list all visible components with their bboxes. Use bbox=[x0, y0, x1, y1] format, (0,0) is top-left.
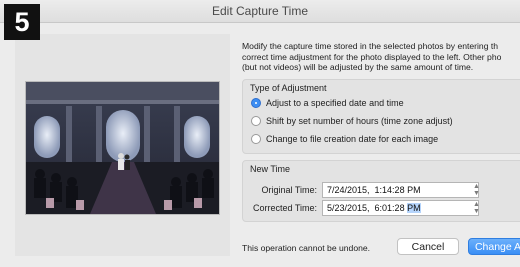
instructions-text: Modify the capture time stored in the se… bbox=[242, 41, 502, 72]
original-time-value: 7/24/2015, 1:14:28 PM bbox=[327, 185, 421, 195]
radio-option-specified-date[interactable]: Adjust to a specified date and time bbox=[251, 96, 404, 110]
photo-preview bbox=[25, 81, 220, 215]
cancel-button[interactable]: Cancel bbox=[397, 238, 459, 255]
radio-option-file-creation[interactable]: Change to file creation date for each im… bbox=[251, 132, 438, 146]
change-button[interactable]: Change A bbox=[468, 238, 520, 255]
adjustment-type-title: Type of Adjustment bbox=[250, 83, 327, 93]
radio-label: Adjust to a specified date and time bbox=[266, 98, 404, 108]
step-number-badge: 5 bbox=[4, 4, 40, 40]
original-time-label: Original Time: bbox=[261, 185, 317, 195]
original-time-stepper-icon[interactable]: ▲ ▼ bbox=[472, 183, 481, 197]
new-time-group: New Time Original Time: 7/24/2015, 1:14:… bbox=[242, 160, 520, 222]
window-title: Edit Capture Time bbox=[211, 4, 309, 18]
corrected-time-label: Corrected Time: bbox=[252, 203, 317, 213]
radio-label: Change to file creation date for each im… bbox=[266, 134, 439, 144]
radio-unselected-icon[interactable] bbox=[251, 116, 261, 126]
title-bar: Edit Capture Time bbox=[0, 0, 520, 23]
radio-unselected-icon[interactable] bbox=[251, 134, 261, 144]
new-time-title: New Time bbox=[250, 164, 291, 174]
radio-selected-icon[interactable] bbox=[251, 98, 261, 108]
photo-preview-panel bbox=[15, 34, 230, 256]
corrected-time-stepper-icon[interactable]: ▲ ▼ bbox=[472, 201, 481, 215]
wedding-ceremony-photo bbox=[26, 82, 219, 214]
adjustment-type-group: Type of Adjustment Adjust to a specified… bbox=[242, 79, 520, 154]
corrected-time-value: 5/23/2015, 6:01:28 bbox=[327, 203, 408, 213]
corrected-time-field[interactable]: 5/23/2015, 6:01:28 PM bbox=[322, 200, 479, 216]
undo-warning-text: This operation cannot be undone. bbox=[242, 243, 371, 253]
original-time-field[interactable]: 7/24/2015, 1:14:28 PM bbox=[322, 182, 479, 198]
corrected-time-selected-segment[interactable]: PM bbox=[407, 203, 421, 213]
radio-label: Shift by set number of hours (time zone … bbox=[266, 116, 453, 126]
edit-capture-time-dialog: Edit Capture Time 5 Modify the capture t… bbox=[0, 0, 520, 267]
radio-option-shift-hours[interactable]: Shift by set number of hours (time zone … bbox=[251, 114, 453, 128]
